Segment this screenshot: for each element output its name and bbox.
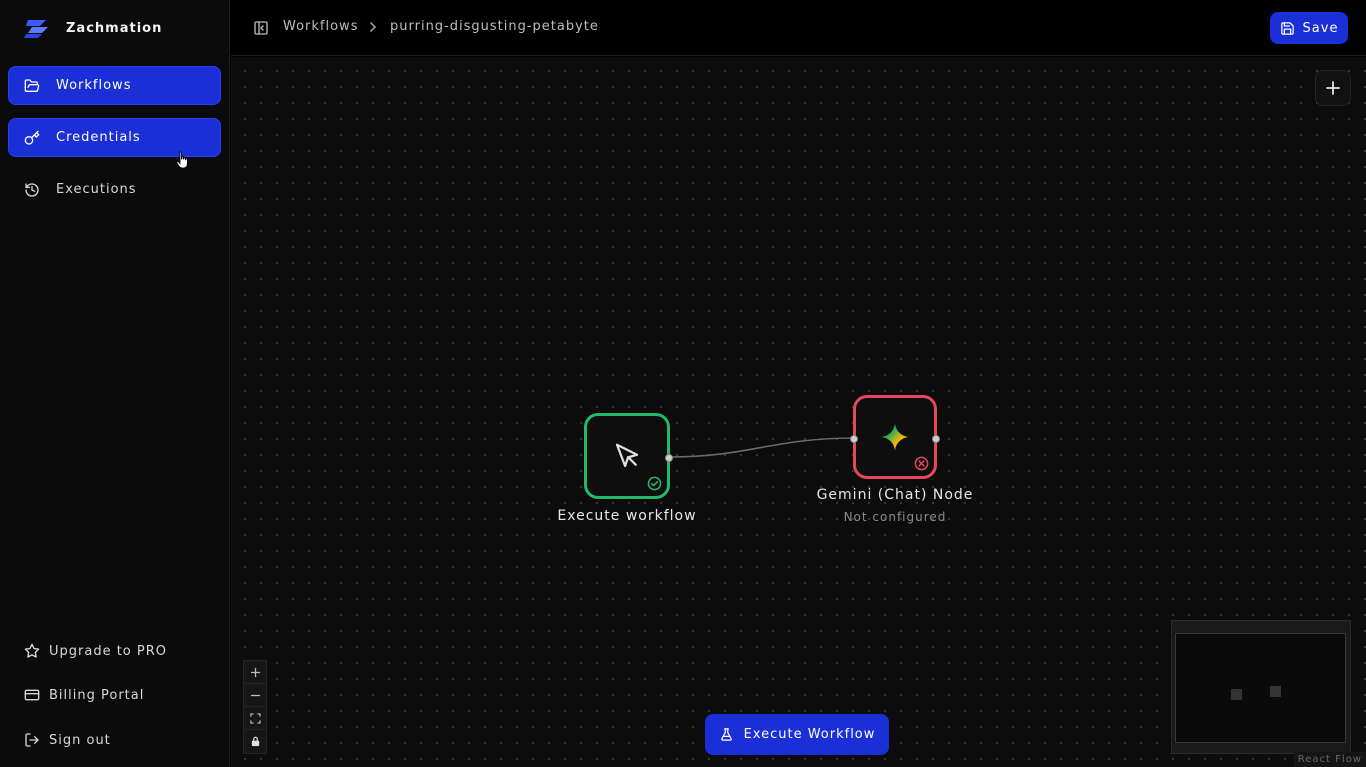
sidebar-item-label: Executions (56, 182, 137, 197)
add-node-button[interactable] (1315, 70, 1351, 106)
node-input-handle[interactable] (850, 435, 858, 443)
fullscreen-icon (249, 712, 261, 724)
credit-card-icon (24, 687, 40, 703)
bottom-item-label: Billing Portal (49, 687, 145, 703)
brand[interactable]: Zachmation (22, 14, 162, 42)
breadcrumb-workflows[interactable]: Workflows (283, 19, 358, 34)
workflow-edge[interactable] (667, 437, 857, 458)
lock-icon (251, 736, 259, 747)
history-icon (24, 182, 40, 198)
execute-workflow-button[interactable]: Execute Workflow (705, 714, 889, 755)
key-icon (24, 130, 40, 146)
save-button-label: Save (1302, 20, 1339, 36)
star-icon (24, 643, 40, 659)
fit-view-button[interactable] (244, 707, 266, 730)
node-output-handle[interactable] (665, 454, 673, 462)
top-bar: Workflows purring-disgusting-petabyte Sa… (231, 0, 1366, 56)
execute-workflow-label: Execute Workflow (743, 727, 876, 742)
chevron-right-icon (370, 22, 377, 32)
upgrade-pro-link[interactable]: Upgrade to PRO (8, 634, 221, 668)
billing-portal-link[interactable]: Billing Portal (8, 678, 221, 712)
sidebar-item-executions[interactable]: Executions (8, 170, 221, 209)
minimap[interactable] (1171, 620, 1351, 754)
zoom-out-button[interactable] (244, 684, 266, 707)
sidebar-item-workflows[interactable]: Workflows (8, 66, 221, 105)
zoom-in-button[interactable] (244, 661, 266, 684)
sidebar-item-label: Workflows (56, 78, 132, 93)
node-execute-workflow[interactable] (584, 413, 673, 499)
workflow-canvas[interactable]: Execute workflow Gemini (Chat) Node Not … (231, 57, 1366, 767)
mouse-pointer-icon (615, 443, 639, 468)
sidebar-item-label: Credentials (56, 130, 141, 145)
save-button[interactable]: Save (1270, 12, 1348, 44)
node-gemini-chat[interactable] (850, 395, 940, 479)
minus-icon (250, 694, 260, 696)
bottom-item-label: Sign out (49, 732, 111, 748)
sidebar-toggle-icon[interactable] (253, 20, 269, 36)
node-status-text: Not configured (843, 510, 947, 524)
folder-open-icon (24, 78, 40, 94)
flask-icon (720, 728, 732, 741)
check-circle-icon (647, 476, 662, 491)
brand-name: Zachmation (66, 20, 163, 36)
plus-icon (1326, 81, 1340, 95)
node-label: Execute workflow (557, 508, 697, 524)
bottom-item-label: Upgrade to PRO (49, 643, 167, 659)
x-circle-icon (914, 456, 929, 471)
minimap-viewport[interactable] (1175, 633, 1346, 743)
lock-button[interactable] (244, 730, 266, 753)
sidebar: Zachmation Workflows Credentials Executi… (0, 0, 230, 767)
minimap-node (1270, 686, 1281, 697)
plus-icon (250, 667, 260, 677)
node-label: Gemini (Chat) Node (816, 487, 974, 503)
gemini-sparkle-icon (881, 423, 909, 451)
sign-out-button[interactable]: Sign out (8, 723, 221, 757)
canvas-controls (243, 660, 267, 754)
react-flow-attribution[interactable]: React Flow (1293, 752, 1366, 767)
hand-cursor-icon (176, 151, 188, 169)
node-output-handle[interactable] (932, 435, 940, 443)
minimap-node (1231, 689, 1242, 700)
brand-logo-icon (24, 20, 48, 38)
breadcrumb-current-workflow[interactable]: purring-disgusting-petabyte (390, 19, 599, 34)
save-icon (1280, 21, 1294, 35)
log-out-icon (24, 732, 40, 748)
